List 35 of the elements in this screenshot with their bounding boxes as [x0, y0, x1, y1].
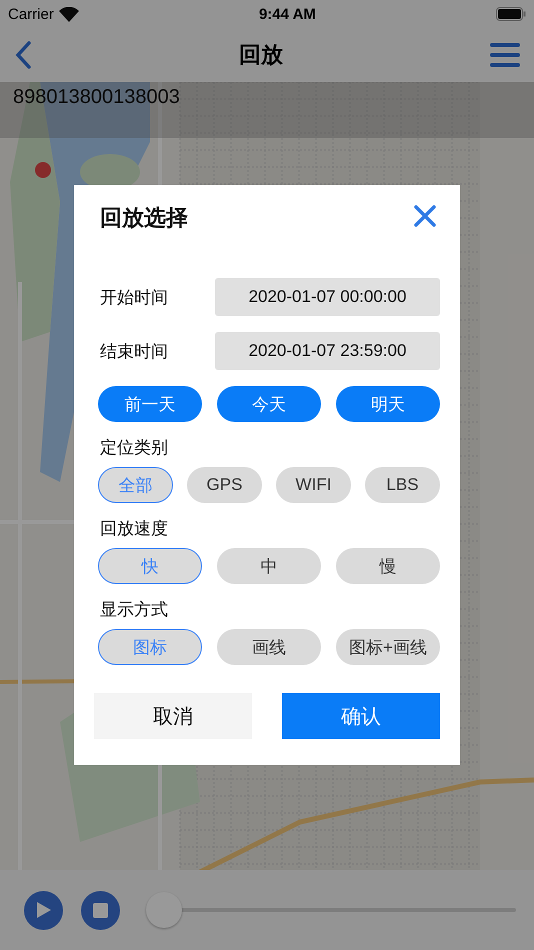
- option-chip[interactable]: GPS: [187, 467, 262, 503]
- nav-title: 回放: [239, 41, 283, 69]
- cancel-button[interactable]: 取消: [94, 693, 252, 739]
- menu-icon[interactable]: [490, 42, 520, 68]
- time-label: 开始时间: [100, 286, 168, 308]
- slider-thumb[interactable]: [146, 892, 182, 928]
- option-chip[interactable]: 慢: [336, 548, 440, 584]
- back-icon[interactable]: [14, 40, 32, 70]
- option-chip[interactable]: 画线: [217, 629, 321, 665]
- time-field[interactable]: 2020-01-07 00:00:00: [215, 278, 440, 316]
- close-icon: [414, 205, 436, 227]
- carrier-label: Carrier: [8, 6, 54, 22]
- status-time: 9:44 AM: [258, 6, 316, 22]
- play-icon: [36, 902, 50, 918]
- time-label: 结束时间: [100, 340, 168, 362]
- day-button[interactable]: 前一天: [98, 386, 202, 422]
- group-title: 定位类别: [100, 437, 169, 459]
- confirm-button[interactable]: 确认: [282, 693, 440, 739]
- option-chip[interactable]: 图标+画线: [336, 629, 440, 665]
- time-field[interactable]: 2020-01-07 23:59:00: [215, 332, 440, 370]
- option-chip[interactable]: LBS: [365, 467, 440, 503]
- wifi-icon: [58, 6, 79, 22]
- group-title: 显示方式: [100, 599, 169, 621]
- progress-slider[interactable]: [146, 892, 516, 928]
- day-button[interactable]: 明天: [336, 386, 440, 422]
- group-title: 回放速度: [100, 518, 169, 540]
- dialog-title: 回放选择: [100, 204, 188, 232]
- device-id: 898013800138003: [13, 86, 180, 109]
- day-button[interactable]: 今天: [217, 386, 321, 422]
- stop-button[interactable]: [81, 890, 120, 930]
- battery-icon: [496, 7, 526, 21]
- play-button[interactable]: [24, 890, 63, 930]
- option-chip[interactable]: WIFI: [276, 467, 351, 503]
- stop-icon: [93, 902, 108, 918]
- option-chip[interactable]: 中: [217, 548, 321, 584]
